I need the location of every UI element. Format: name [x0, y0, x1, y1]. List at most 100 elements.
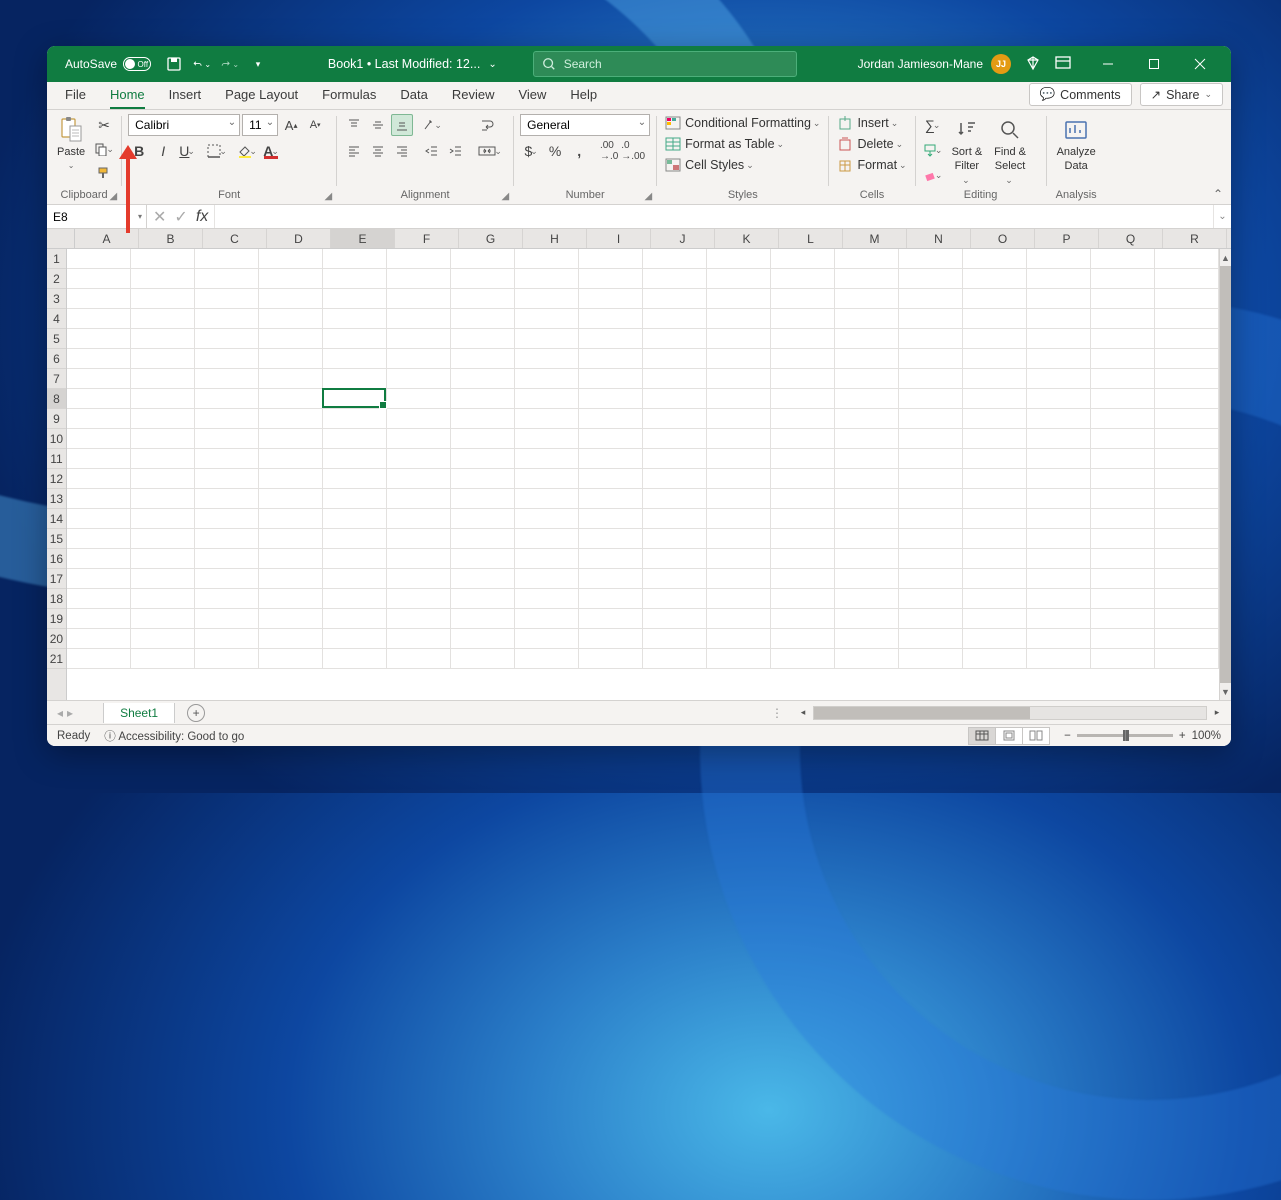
cell[interactable] — [131, 509, 195, 529]
cell[interactable] — [515, 449, 579, 469]
tab-data[interactable]: Data — [400, 83, 427, 109]
row-header[interactable]: 10 — [47, 429, 66, 449]
cell[interactable] — [131, 309, 195, 329]
cell[interactable] — [1155, 589, 1219, 609]
tab-page-layout[interactable]: Page Layout — [225, 83, 298, 109]
cell[interactable] — [515, 329, 579, 349]
cell[interactable] — [259, 329, 323, 349]
column-header[interactable]: R — [1163, 229, 1227, 248]
cell[interactable] — [67, 329, 131, 349]
cell[interactable] — [963, 449, 1027, 469]
cell[interactable] — [259, 269, 323, 289]
name-box[interactable]: E8 — [47, 205, 147, 228]
cell[interactable] — [515, 349, 579, 369]
wrap-text-button[interactable] — [477, 114, 503, 136]
cell[interactable] — [259, 589, 323, 609]
cell[interactable] — [451, 569, 515, 589]
cell[interactable] — [707, 389, 771, 409]
cell[interactable] — [963, 369, 1027, 389]
cell[interactable] — [1091, 569, 1155, 589]
cell[interactable] — [387, 609, 451, 629]
cell[interactable] — [643, 629, 707, 649]
cell[interactable] — [387, 649, 451, 669]
sheet-nav-prev[interactable]: ◂ — [57, 706, 63, 720]
cell[interactable] — [579, 469, 643, 489]
cell[interactable] — [323, 629, 387, 649]
cell[interactable] — [899, 509, 963, 529]
cell[interactable] — [1091, 609, 1155, 629]
cell[interactable] — [1155, 389, 1219, 409]
cell[interactable] — [771, 449, 835, 469]
cell[interactable] — [131, 349, 195, 369]
cell[interactable] — [579, 249, 643, 269]
cell[interactable] — [1155, 529, 1219, 549]
document-title[interactable]: Book1 • Last Modified: 12... — [328, 57, 480, 71]
cell[interactable] — [1027, 409, 1091, 429]
cell[interactable] — [899, 289, 963, 309]
column-header[interactable]: C — [203, 229, 267, 248]
cancel-formula-icon[interactable]: ✕ — [153, 207, 166, 227]
cell[interactable] — [643, 289, 707, 309]
row-header[interactable]: 2 — [47, 269, 66, 289]
cell[interactable] — [67, 609, 131, 629]
formula-input[interactable] — [215, 205, 1213, 228]
cell[interactable] — [835, 289, 899, 309]
cell[interactable] — [1027, 269, 1091, 289]
cell[interactable] — [323, 569, 387, 589]
cell[interactable] — [259, 309, 323, 329]
cell[interactable] — [835, 529, 899, 549]
cell[interactable] — [963, 409, 1027, 429]
cell[interactable] — [643, 429, 707, 449]
cell[interactable] — [643, 609, 707, 629]
cell[interactable] — [451, 469, 515, 489]
cell[interactable] — [451, 509, 515, 529]
row-header[interactable]: 15 — [47, 529, 66, 549]
cell[interactable] — [515, 309, 579, 329]
row-header[interactable]: 6 — [47, 349, 66, 369]
cell[interactable] — [643, 489, 707, 509]
cell[interactable] — [67, 349, 131, 369]
cell[interactable] — [579, 549, 643, 569]
cell[interactable] — [835, 649, 899, 669]
vertical-scrollbar[interactable]: ▲ ▼ — [1219, 249, 1231, 700]
cell[interactable] — [707, 449, 771, 469]
cell[interactable] — [67, 309, 131, 329]
cell[interactable] — [643, 549, 707, 569]
cell[interactable] — [259, 489, 323, 509]
cell[interactable] — [579, 489, 643, 509]
cell[interactable] — [515, 649, 579, 669]
cell[interactable] — [131, 409, 195, 429]
increase-indent-button[interactable] — [445, 140, 467, 162]
cell[interactable] — [323, 649, 387, 669]
cell[interactable] — [707, 569, 771, 589]
cell[interactable] — [771, 529, 835, 549]
cell[interactable] — [451, 609, 515, 629]
column-header[interactable]: H — [523, 229, 587, 248]
maximize-button[interactable] — [1131, 46, 1177, 82]
alignment-launcher[interactable]: ◢ — [501, 191, 509, 202]
title-dropdown-icon[interactable]: ⌄ — [488, 59, 496, 70]
column-header[interactable]: F — [395, 229, 459, 248]
cell[interactable] — [771, 389, 835, 409]
cell[interactable] — [451, 589, 515, 609]
cell[interactable] — [195, 329, 259, 349]
row-header[interactable]: 11 — [47, 449, 66, 469]
cell[interactable] — [1091, 369, 1155, 389]
cell[interactable] — [1155, 649, 1219, 669]
cell[interactable] — [899, 429, 963, 449]
cell[interactable] — [899, 629, 963, 649]
cell[interactable] — [1091, 249, 1155, 269]
cell[interactable] — [323, 509, 387, 529]
cell[interactable] — [1091, 509, 1155, 529]
cell[interactable] — [963, 269, 1027, 289]
column-header[interactable]: J — [651, 229, 715, 248]
cell[interactable] — [323, 349, 387, 369]
cell[interactable] — [323, 329, 387, 349]
cell[interactable] — [195, 649, 259, 669]
underline-button[interactable]: U⌄ — [176, 140, 198, 162]
border-button[interactable]: ⌄ — [206, 140, 228, 162]
cell[interactable] — [387, 429, 451, 449]
cell[interactable] — [707, 589, 771, 609]
cell[interactable] — [707, 249, 771, 269]
column-header[interactable]: A — [75, 229, 139, 248]
